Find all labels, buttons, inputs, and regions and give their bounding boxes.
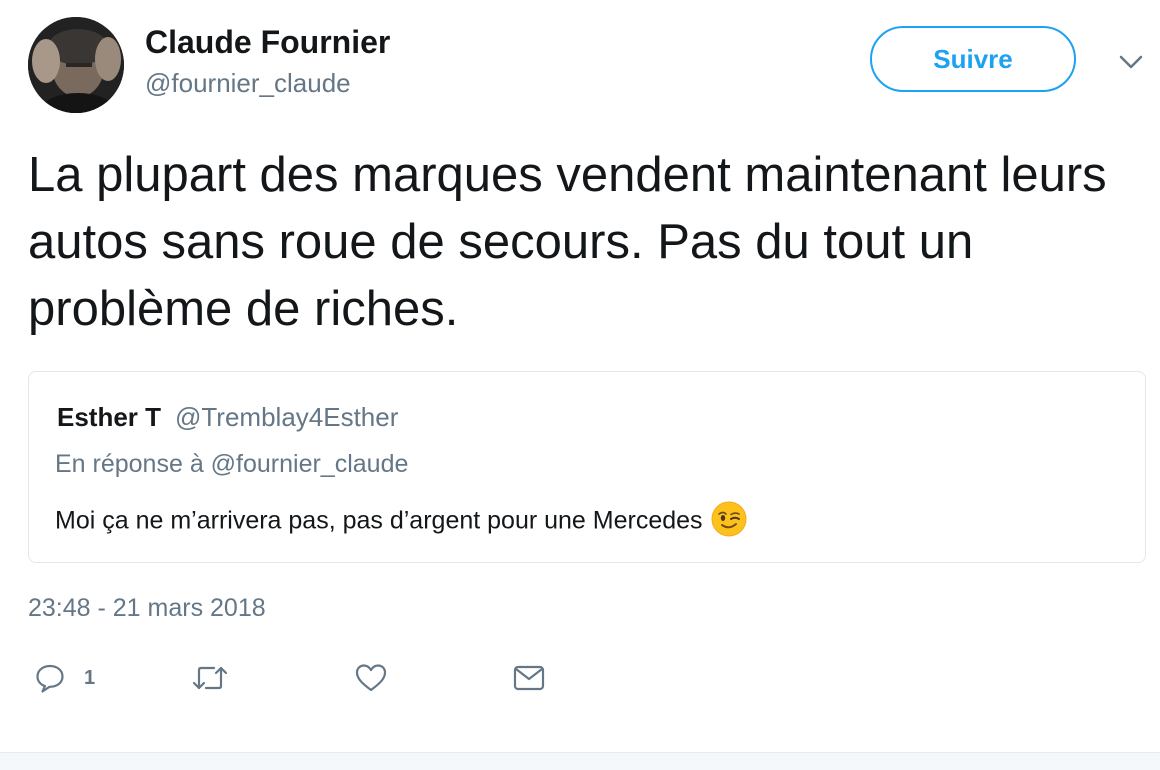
quoted-text: Moi ça ne m’arrivera pas, pas d’argent p… [55, 506, 703, 535]
direct-message-icon [513, 665, 545, 691]
retweet-action[interactable] [190, 658, 230, 698]
avatar[interactable] [28, 17, 124, 113]
reply-action[interactable]: 1 [34, 658, 95, 698]
quoted-author-handle: @Tremblay4Esther [175, 402, 399, 432]
follow-button[interactable]: Suivre [870, 26, 1076, 92]
quoted-tweet-text: Moi ça ne m’arrivera pas, pas d’argent p… [55, 501, 747, 540]
tweet-card: Claude Fournier @fournier_claude Suivre … [0, 0, 1160, 770]
author-handle[interactable]: @fournier_claude [145, 68, 351, 99]
reply-count: 1 [84, 666, 96, 689]
quoted-author-name: Esther T [57, 402, 162, 432]
reply-context: En réponse à @fournier_claude [55, 450, 409, 478]
reply-icon [36, 664, 64, 693]
like-action[interactable] [354, 658, 388, 698]
avatar-image [28, 17, 124, 113]
direct-message-action[interactable] [512, 658, 546, 698]
quoted-tweet[interactable]: Esther T @Tremblay4Esther En réponse à @… [28, 371, 1146, 563]
divider [0, 752, 1160, 770]
tweet-text: La plupart des marques vendent maintenan… [28, 148, 1107, 336]
author-name[interactable]: Claude Fournier [145, 24, 390, 61]
winking-face-icon [711, 501, 747, 537]
like-icon [355, 664, 387, 692]
chevron-down-icon[interactable] [1114, 50, 1148, 74]
retweet-icon [192, 666, 228, 690]
tweet-timestamp[interactable]: 23:48 - 21 mars 2018 [28, 594, 266, 623]
